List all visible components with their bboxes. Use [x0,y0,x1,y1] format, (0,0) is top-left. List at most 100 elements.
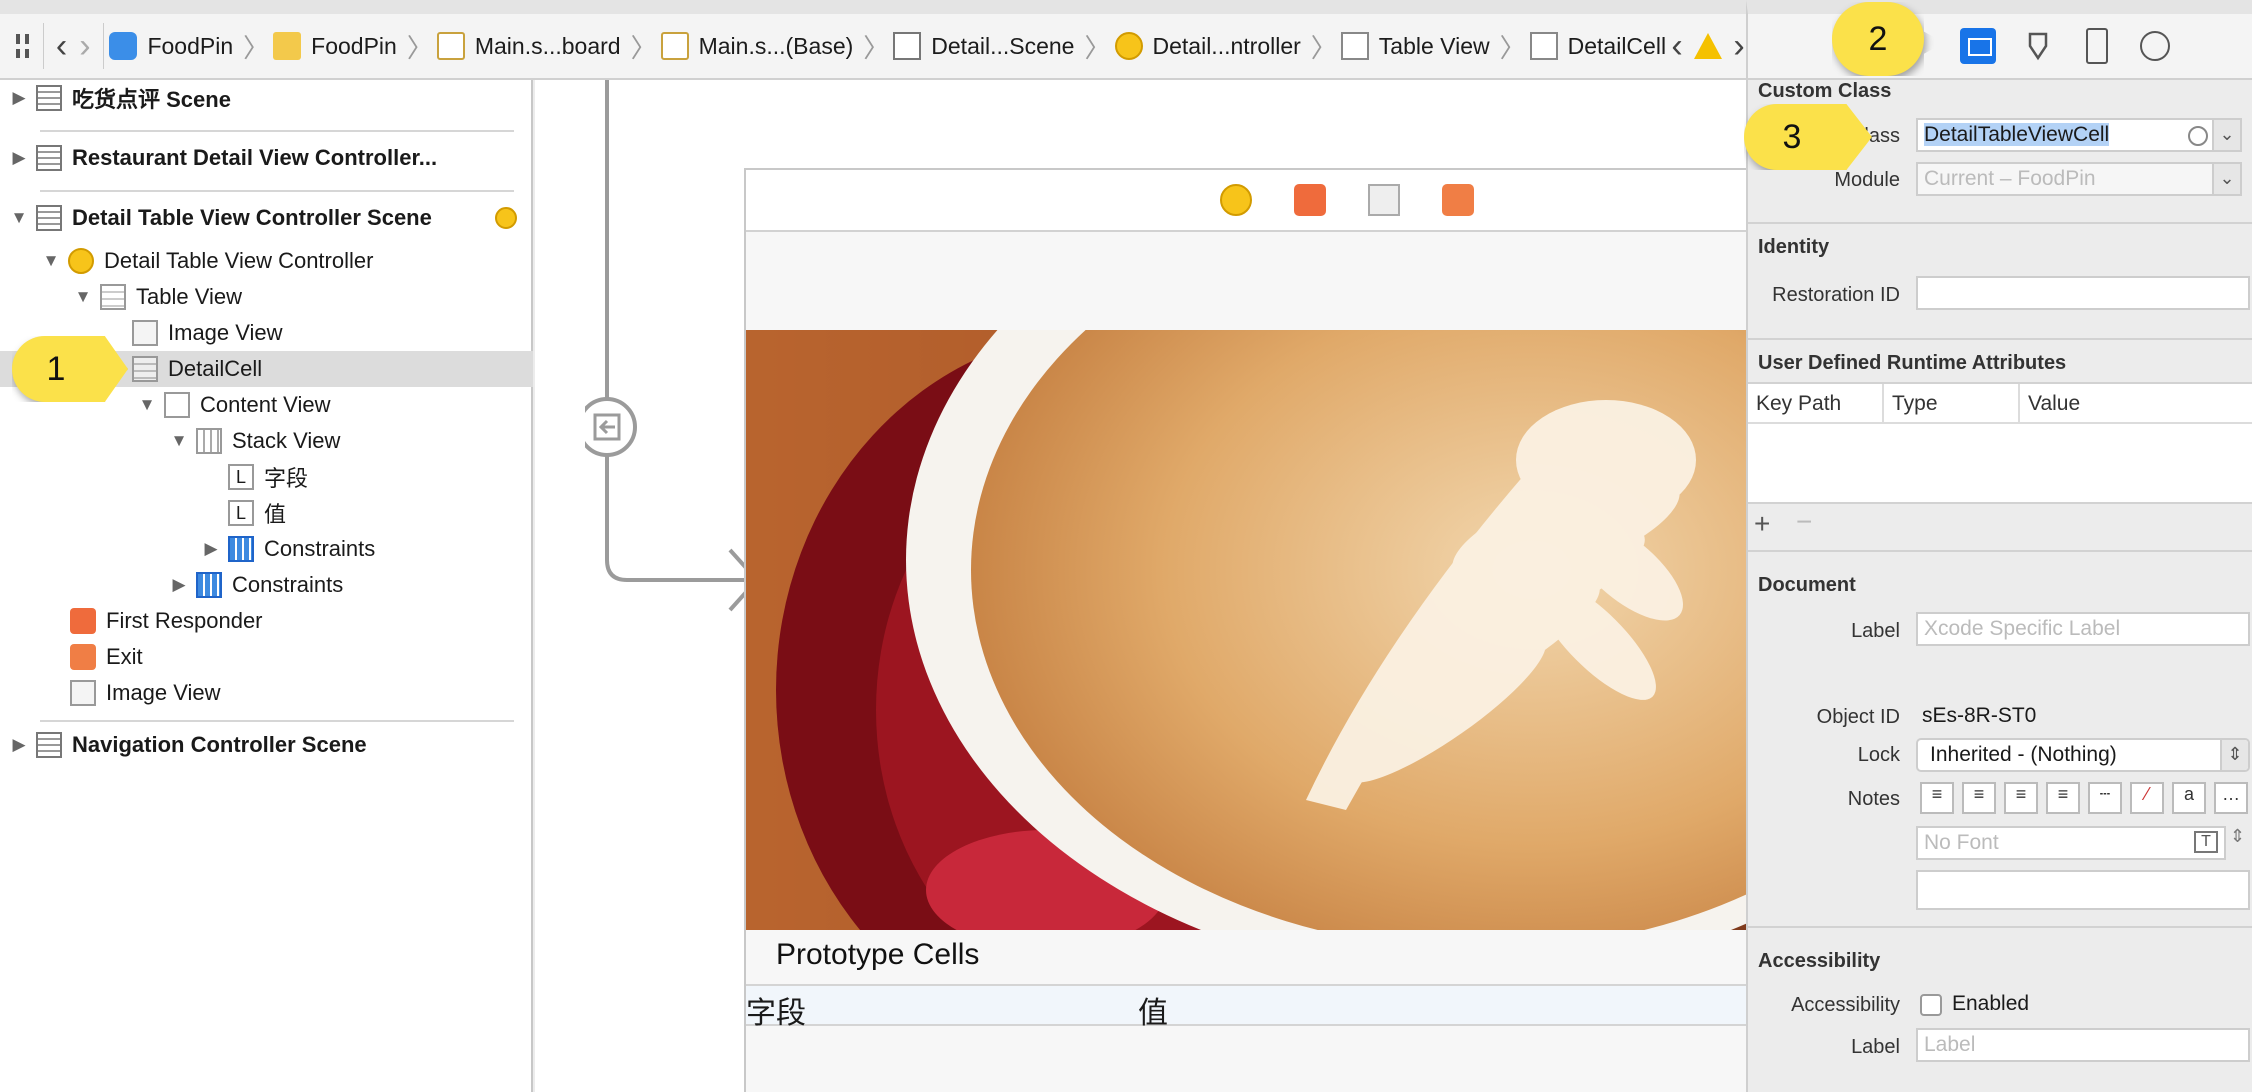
chevron-right-icon: 〉 [1084,32,1111,63]
issue-prev-chevron-icon[interactable]: ‹ [1670,27,1684,66]
chevron-down-icon[interactable]: ⌄ [2212,120,2240,150]
more-options-icon[interactable]: … [2214,782,2248,814]
storyboard-base-icon [660,32,689,60]
breadcrumb-folder[interactable]: FoodPin 〉 [273,28,437,65]
image-view-icon[interactable] [1368,184,1400,216]
size-inspector-icon[interactable] [2086,28,2108,64]
back-chevron-icon[interactable]: ‹ [50,27,73,66]
attributes-inspector-icon[interactable] [2020,28,2056,64]
outline-stack-view[interactable]: ▼ Stack View [0,423,533,459]
outline-exit[interactable]: Exit [0,639,533,675]
outline-first-responder[interactable]: First Responder [0,603,533,639]
text-color-icon[interactable]: ⁄ [2130,782,2164,814]
disclosure-right-icon[interactable]: ▶ [10,148,28,168]
outline-scene-navigation[interactable]: ▶ Navigation Controller Scene [0,727,533,763]
disclosure-down-icon[interactable]: ▼ [138,395,156,415]
scene-frame[interactable]: Prototype Cells 字段 值 [744,168,1746,1092]
go-to-icon[interactable] [495,207,517,229]
connections-inspector-icon[interactable] [2140,31,2170,61]
disclosure-down-icon[interactable]: ▼ [74,287,92,307]
scene-icon [36,145,62,171]
font-field[interactable]: No Font T [1916,826,2226,860]
issue-next-chevron-icon[interactable]: › [1732,27,1746,66]
disclosure-down-icon[interactable]: ▼ [42,251,60,271]
lock-popup[interactable]: Inherited - (Nothing) ⇕ [1916,738,2250,772]
outline-scene-chihuo[interactable]: ▶ 吃货点评 Scene [0,80,533,116]
breadcrumb-controller[interactable]: Detail...ntroller 〉 [1114,28,1341,65]
exit-icon[interactable] [1442,184,1474,216]
plus-icon[interactable]: + [1754,508,1770,540]
outline-view-controller[interactable]: ▼ Detail Table View Controller [0,243,533,279]
disclosure-down-icon[interactable]: ▼ [170,431,188,451]
disclosure-right-icon[interactable]: ▶ [10,88,28,108]
prototype-detail-cell[interactable]: 字段 值 [746,984,1746,1031]
scene-icon [893,32,922,60]
view-controller-icon [1114,32,1143,60]
column-header-value[interactable]: Value [2028,392,2080,416]
notes-textarea[interactable] [1916,870,2250,910]
class-field[interactable]: DetailTableViewCell ⌄ [1916,118,2242,152]
restoration-id-field[interactable] [1916,276,2250,310]
scene-icon [36,732,62,758]
divider [2018,384,2020,424]
module-field[interactable]: Current – FoodPin ⌄ [1916,162,2242,196]
callout-3: 3 [1744,104,1872,170]
breadcrumb-project[interactable]: FoodPin 〉 [109,28,273,65]
align-left-icon[interactable]: ≡ [1920,782,1954,814]
forward-chevron-icon[interactable]: › [73,27,96,66]
related-items-icon[interactable] [8,26,37,66]
cell-field-label[interactable]: 字段 [746,988,806,1032]
first-responder-icon[interactable] [1294,184,1326,216]
label-icon: L [228,500,254,526]
storyboard-canvas[interactable]: Prototype Cells 字段 值 [535,80,1746,1092]
disclosure-right-icon[interactable]: ▶ [202,539,220,559]
disclosure-right-icon[interactable]: ▶ [170,575,188,595]
outline-table-view[interactable]: ▼ Table View [0,279,533,315]
warning-icon[interactable] [1694,33,1723,59]
divider [1882,384,1884,424]
doc-label-field[interactable]: Xcode Specific Label [1916,612,2250,646]
divider [1748,222,2252,224]
breadcrumb-tableview[interactable]: Table View 〉 [1340,28,1530,65]
align-justify-icon[interactable]: ≡ [2046,782,2080,814]
outline-image-view-2[interactable]: Image View [0,675,533,711]
minus-icon[interactable]: − [1796,506,1812,538]
outline-scene-detail-table[interactable]: ▼ Detail Table View Controller Scene [0,200,533,236]
disclosure-right-icon[interactable]: ▶ [10,735,28,755]
breadcrumb-storyboard[interactable]: Main.s...board 〉 [436,28,661,65]
accessibility-label-field[interactable]: Label [1916,1028,2250,1062]
stepper-icon[interactable]: ⇕ [2220,740,2248,770]
align-natural-icon[interactable]: ┄ [2088,782,2122,814]
view-controller-icon[interactable] [1220,184,1252,216]
cell-value-label[interactable]: 值 [1138,988,1168,1032]
column-header-keypath[interactable]: Key Path [1756,392,1841,416]
breadcrumb-cell[interactable]: DetailCell [1529,32,1670,60]
go-to-class-icon[interactable] [2188,126,2208,146]
breadcrumb-scene[interactable]: Detail...Scene 〉 [893,28,1114,65]
align-center-icon[interactable]: ≡ [1962,782,1996,814]
outline-constraints-inner[interactable]: ▶ Constraints [0,531,533,567]
identity-inspector-icon[interactable] [1960,28,1996,64]
breadcrumb-storyboard-base[interactable]: Main.s...(Base) 〉 [660,28,894,65]
accessibility-enabled-checkbox[interactable] [1920,994,1942,1016]
breadcrumb-label: DetailCell [1567,32,1667,59]
runtime-attributes-table[interactable]: Key Path Type Value [1748,382,2252,504]
outline-label: Navigation Controller Scene [72,732,367,757]
outline-scene-restaurant-detail[interactable]: ▶ Restaurant Detail View Controller... [0,140,533,176]
font-stepper-icon[interactable]: ⇕ [2230,826,2245,847]
notes-format-toolbar: ≡ ≡ ≡ ≡ ┄ ⁄ a … [1920,782,2250,814]
text-background-icon[interactable]: a [2172,782,2206,814]
column-header-type[interactable]: Type [1892,392,1938,416]
header-image-view[interactable] [746,330,1746,930]
class-value[interactable]: DetailTableViewCell [1924,123,2110,146]
outline-label-value[interactable]: L值 [0,495,533,531]
divider [1748,338,2252,340]
chevron-right-icon: 〉 [1499,32,1526,63]
font-picker-icon[interactable]: T [2194,831,2218,853]
outline-constraints-outer[interactable]: ▶ Constraints [0,567,533,603]
outline-label: Restaurant Detail View Controller... [72,145,438,170]
align-right-icon[interactable]: ≡ [2004,782,2038,814]
outline-label-field[interactable]: L 字段 [0,459,533,495]
disclosure-down-icon[interactable]: ▼ [10,208,28,228]
chevron-down-icon[interactable]: ⌄ [2212,164,2240,194]
